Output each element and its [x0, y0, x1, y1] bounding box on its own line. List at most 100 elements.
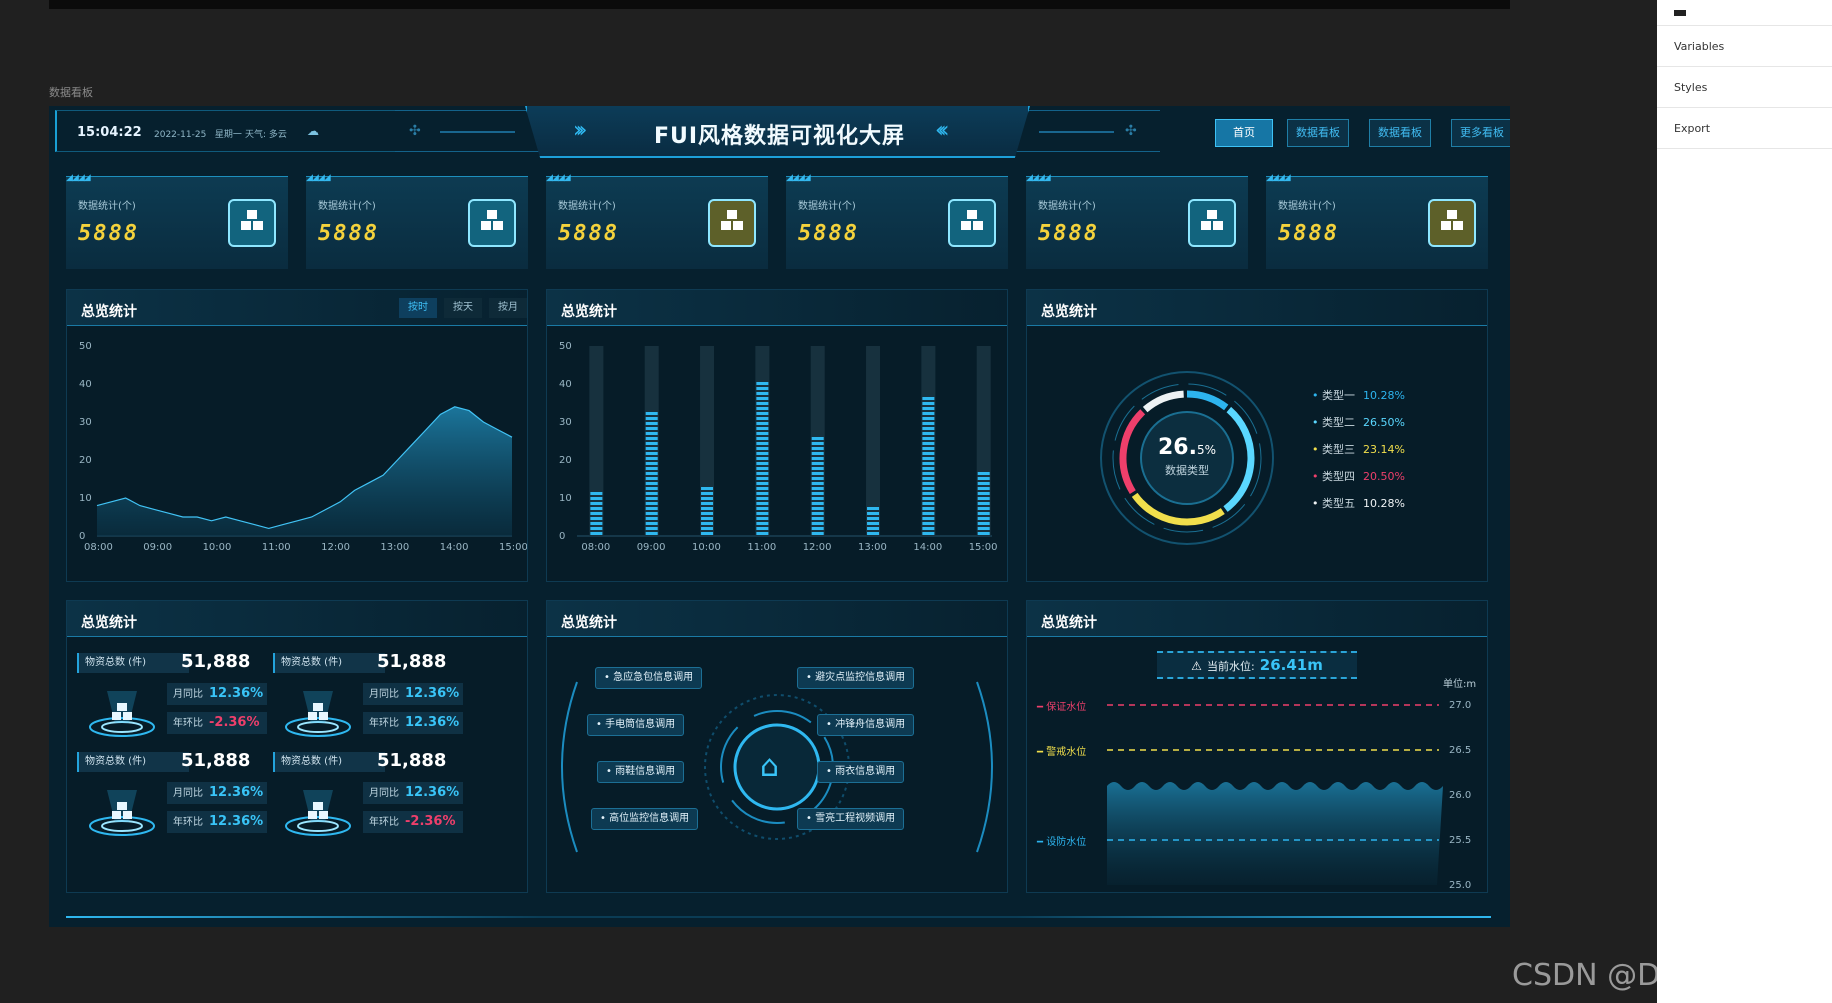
- bar-segment: [977, 507, 990, 510]
- nav-data-board-1[interactable]: 数据看板: [1287, 119, 1349, 147]
- nav-more-boards[interactable]: 更多看板: [1451, 119, 1510, 147]
- bar-segment: [922, 407, 935, 410]
- donut-center: 26.5% 数据类型: [1147, 435, 1227, 478]
- current-level-box: ⚠ 当前水位: 26.41m: [1157, 651, 1357, 679]
- date-value: 2022-11-25: [154, 130, 207, 140]
- x-tick-label: 10:00: [203, 542, 232, 553]
- panel-dispatch: 总览统计 ⌂ • 急应急包信息调用 • 手电筒信息调用 • 雨鞋信息调用 • 高位监控…: [546, 600, 1008, 893]
- legend-dot: •: [1312, 470, 1319, 483]
- board-label[interactable]: 数据看板: [49, 84, 93, 100]
- legend-item: • 类型四 20.50%: [1312, 468, 1405, 484]
- bar-segment: [645, 452, 658, 455]
- nav-data-board-2[interactable]: 数据看板: [1369, 119, 1431, 147]
- bar-segment: [922, 472, 935, 475]
- bar-segment: [756, 417, 769, 420]
- panel-header: 总览统计: [1027, 601, 1487, 637]
- editor-side-panel: Variables Styles Export: [1657, 0, 1832, 1003]
- bar-segment: [645, 517, 658, 520]
- dispatch-tag[interactable]: • 冲锋舟信息调用: [817, 714, 915, 736]
- donut-slice: [1186, 390, 1229, 411]
- chevron-left-icon: ‹‹‹: [935, 118, 950, 143]
- unit-label: 单位:m: [1443, 679, 1477, 690]
- bar-segment: [645, 482, 658, 485]
- bar-segment: [590, 522, 603, 525]
- dispatch-tag[interactable]: • 手电筒信息调用: [587, 714, 685, 736]
- mom-label: 月同比: [369, 788, 399, 799]
- bar-segment: [756, 392, 769, 395]
- tab-by-month[interactable]: 按月: [489, 298, 527, 318]
- bar-segment: [922, 522, 935, 525]
- dispatch-tag[interactable]: • 雨鞋信息调用: [597, 761, 685, 783]
- legend-bar-icon: ━: [1037, 837, 1044, 848]
- card-value: 5888: [558, 221, 619, 246]
- legend-bar-icon: ━: [1037, 702, 1044, 713]
- mom-rate: 月同比 12.36%: [363, 782, 463, 804]
- yoy-rate: 年环比 12.36%: [167, 811, 267, 833]
- bar-segment: [756, 457, 769, 460]
- legend-item: • 类型三 23.14%: [1312, 441, 1405, 457]
- bar-segment: [922, 422, 935, 425]
- bar-segment: [922, 432, 935, 435]
- panel-title: 总览统计: [1041, 304, 1097, 320]
- editor-styles[interactable]: Styles: [1657, 67, 1832, 108]
- tab-by-hour[interactable]: 按时: [399, 298, 437, 318]
- stat-card: ◢◢◢◢ 数据统计(个) 5888: [546, 173, 768, 269]
- bar-segment: [811, 442, 824, 445]
- bar-segment: [811, 517, 824, 520]
- tab-by-day[interactable]: 按天: [444, 298, 482, 318]
- bar-segment: [867, 512, 880, 515]
- card-label: 数据统计(个): [78, 201, 136, 212]
- water-line-label: ━ 警戒水位: [1037, 743, 1086, 758]
- bar-segment: [811, 527, 824, 530]
- bottom-frame-line: [66, 916, 1491, 918]
- bar-segment: [756, 427, 769, 430]
- dispatch-tag[interactable]: • 雪亮工程视频调用: [797, 808, 905, 830]
- bar-segment: [756, 422, 769, 425]
- bar-segment: [756, 462, 769, 465]
- legend-item: • 类型五 10.28%: [1312, 495, 1405, 511]
- legend-pct: 26.50%: [1363, 416, 1405, 429]
- bar-segment: [701, 487, 714, 490]
- bar-segment: [811, 447, 824, 450]
- legend-pct: 10.28%: [1363, 497, 1405, 510]
- bar-segment: [756, 442, 769, 445]
- donut-slice: [1142, 390, 1184, 413]
- bar-segment: [867, 507, 880, 510]
- bar-segment: [701, 507, 714, 510]
- bar-segment: [701, 532, 714, 535]
- bar-segment: [977, 502, 990, 505]
- card-stripes: ◢◢◢◢: [1026, 173, 1051, 183]
- bar-segment: [645, 512, 658, 515]
- bar-segment: [590, 512, 603, 515]
- water-line-name: 设防水位: [1046, 837, 1087, 848]
- editor-variables[interactable]: Variables: [1657, 26, 1832, 67]
- x-tick-label: 11:00: [747, 542, 776, 553]
- dispatch-tag[interactable]: • 高位监控信息调用: [591, 808, 699, 830]
- dispatch-tag[interactable]: • 雨衣信息调用: [817, 761, 905, 783]
- card-value: 5888: [1038, 221, 1099, 246]
- bar-segment: [922, 402, 935, 405]
- boxes-icon: [708, 199, 756, 247]
- x-tick-label: 09:00: [143, 542, 172, 553]
- panel-title: 总览统计: [561, 304, 617, 320]
- yoy-rate: 年环比 -2.36%: [167, 712, 267, 734]
- pedestal-icon: [89, 691, 155, 737]
- stat-card: ◢◢◢◢ 数据统计(个) 5888: [1266, 173, 1488, 269]
- panel-area: 总览统计 按时 按天 按月 0 10 20 30 40 50 08:00 09:00 10:00…: [66, 289, 528, 582]
- material-value: 51,888: [377, 651, 447, 672]
- clock: 15:04:22: [77, 125, 142, 140]
- target-icon: ✣: [409, 123, 421, 139]
- editor-export[interactable]: Export: [1657, 108, 1832, 149]
- dispatch-tag[interactable]: • 避灾点监控信息调用: [797, 667, 915, 689]
- weekday: 星期一: [214, 130, 242, 140]
- title-left-line: [440, 131, 515, 133]
- bar-segment: [590, 502, 603, 505]
- card-stripes: ◢◢◢◢: [546, 173, 571, 183]
- bar-segment: [645, 417, 658, 420]
- bar-segment: [811, 472, 824, 475]
- nav-home[interactable]: 首页: [1215, 119, 1273, 147]
- bar-segment: [756, 452, 769, 455]
- dispatch-tag[interactable]: • 急应急包信息调用: [595, 667, 703, 689]
- card-label: 数据统计(个): [318, 201, 376, 212]
- legend-pct: 23.14%: [1363, 443, 1405, 456]
